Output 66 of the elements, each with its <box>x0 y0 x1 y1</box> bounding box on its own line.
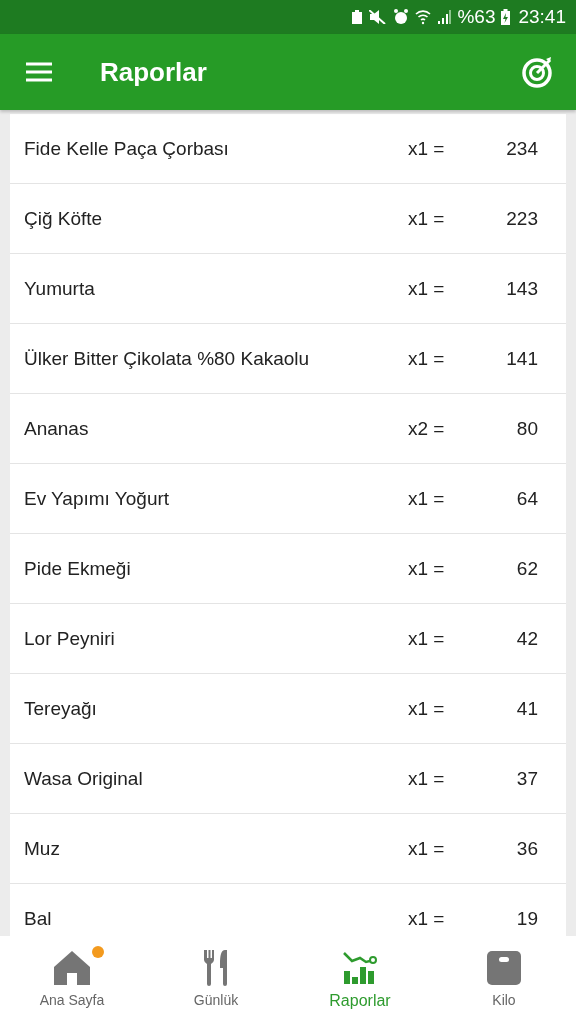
food-row[interactable]: Fide Kelle Paça Çorbası x1 = 234 <box>10 114 566 184</box>
food-name: Muz <box>24 837 61 860</box>
food-value: 36 <box>515 837 538 860</box>
food-name: Ev Yapımı Yoğurt <box>24 487 171 510</box>
food-row[interactable]: Muz x1 = 36 <box>10 814 566 884</box>
house-icon <box>54 951 90 985</box>
food-name: Bal <box>24 907 53 930</box>
nav-tab[interactable]: Raporlar <box>288 936 432 1024</box>
status-time: 23:41 <box>518 6 566 28</box>
fork-knife-icon <box>203 950 229 986</box>
food-quantity: x1 = <box>408 907 446 930</box>
battery-saver-icon <box>351 10 364 24</box>
wifi-icon <box>415 9 432 25</box>
food-name: Ülker Bitter Çikolata %80 Kakaolu <box>24 347 311 370</box>
alarm-icon <box>393 9 410 25</box>
menu-icon[interactable] <box>26 62 52 82</box>
food-quantity: x1 = <box>408 697 446 720</box>
food-name: Yumurta <box>24 277 96 300</box>
food-value: 42 <box>515 627 538 650</box>
nav-tab[interactable]: Kilo <box>432 936 576 1024</box>
food-row[interactable]: Tereyağı x1 = 41 <box>10 674 566 744</box>
food-value: 19 <box>515 907 538 930</box>
food-name: Ananas <box>24 417 90 440</box>
food-quantity: x1 = <box>408 207 446 230</box>
food-quantity: x1 = <box>408 767 446 790</box>
food-quantity: x1 = <box>408 137 446 160</box>
food-row[interactable]: Ülker Bitter Çikolata %80 Kakaolu x1 = 141 <box>10 324 566 394</box>
food-quantity: x1 = <box>408 347 446 370</box>
food-name: Pide Ekmeği <box>24 557 132 580</box>
nav-tab[interactable]: Ana Sayfa <box>0 936 144 1024</box>
food-value: 64 <box>515 487 538 510</box>
nav-tab[interactable]: Günlük <box>144 936 288 1024</box>
food-name: Lor Peyniri <box>24 627 116 650</box>
mute-icon <box>369 10 388 24</box>
food-row[interactable]: Ananas x2 = 80 <box>10 394 566 464</box>
target-icon[interactable] <box>522 56 554 88</box>
food-quantity: x2 = <box>408 417 446 440</box>
food-row[interactable]: Çiğ Köfte x1 = 223 <box>10 184 566 254</box>
chart-icon <box>342 951 378 985</box>
food-quantity: x1 = <box>408 557 446 580</box>
food-quantity: x1 = <box>408 837 446 860</box>
food-value: 41 <box>515 697 538 720</box>
food-name: Çiğ Köfte <box>24 207 104 230</box>
food-row[interactable]: Wasa Original x1 = 37 <box>10 744 566 814</box>
food-row[interactable]: Pide Ekmeği x1 = 62 <box>10 534 566 604</box>
food-value: 223 <box>505 207 538 230</box>
food-quantity: x1 = <box>408 277 446 300</box>
food-name: Fide Kelle Paça Çorbası <box>24 137 230 160</box>
battery-percent: %63 <box>457 6 496 28</box>
battery-charging-icon <box>501 9 511 25</box>
food-name: Wasa Original <box>24 767 144 790</box>
food-quantity: x1 = <box>408 627 446 650</box>
food-value: 37 <box>515 767 538 790</box>
food-value: 62 <box>515 557 538 580</box>
food-row[interactable]: Lor Peyniri x1 = 42 <box>10 604 566 674</box>
food-row[interactable]: Yumurta x1 = 143 <box>10 254 566 324</box>
food-name: Tereyağı <box>24 697 98 720</box>
app-bar-title: Raporlar <box>100 56 208 88</box>
food-quantity: x1 = <box>408 487 446 510</box>
food-value: 143 <box>505 277 538 300</box>
food-value: 234 <box>505 137 538 160</box>
signal-icon <box>437 10 452 24</box>
food-value: 80 <box>515 417 538 440</box>
food-row[interactable]: Ev Yapımı Yoğurt x1 = 64 <box>10 464 566 534</box>
scale-icon <box>487 951 521 985</box>
food-value: 141 <box>505 347 538 370</box>
